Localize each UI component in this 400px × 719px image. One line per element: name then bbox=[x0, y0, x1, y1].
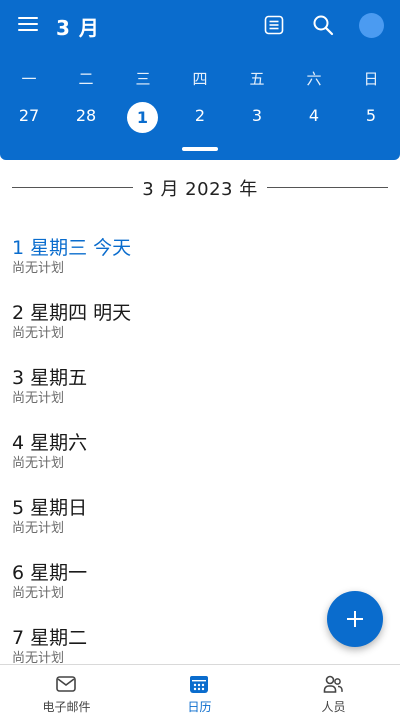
date-cell[interactable]: 2 bbox=[180, 106, 220, 125]
menu-icon[interactable] bbox=[18, 15, 38, 33]
day-subtitle: 尚无计划 bbox=[12, 456, 65, 471]
tab-label: 日历 bbox=[187, 700, 212, 714]
tab-label: 人员 bbox=[321, 700, 346, 714]
weekday-label: 日 bbox=[363, 70, 379, 88]
day-title: 6 星期一 bbox=[12, 562, 88, 584]
day-subtitle: 尚无计划 bbox=[12, 586, 65, 601]
divider-line bbox=[267, 187, 388, 188]
mail-icon bbox=[56, 676, 76, 692]
weekday-label: 六 bbox=[306, 70, 322, 88]
weekday-label: 三 bbox=[135, 70, 151, 88]
agenda-day-item[interactable]: 1 星期三 今天 尚无计划 bbox=[12, 233, 382, 283]
date-row: 27 28 1 2 3 4 5 bbox=[0, 102, 400, 133]
tab-calendar[interactable]: 日历 bbox=[133, 665, 266, 719]
weekday-label: 四 bbox=[192, 70, 208, 88]
day-subtitle: 尚无计划 bbox=[12, 521, 65, 536]
day-subtitle: 尚无计划 bbox=[12, 326, 65, 341]
month-label: 3 月 2023 年 bbox=[142, 179, 258, 200]
top-app-bar: 3 月 bbox=[0, 0, 400, 52]
agenda-day-item[interactable]: 3 星期五 尚无计划 bbox=[12, 363, 382, 413]
date-cell[interactable]: 4 bbox=[294, 106, 334, 125]
day-title: 1 星期三 今天 bbox=[12, 237, 132, 259]
day-title: 3 星期五 bbox=[12, 367, 88, 389]
day-title: 4 星期六 bbox=[12, 432, 88, 454]
agenda-view-icon[interactable] bbox=[264, 15, 284, 35]
avatar[interactable] bbox=[359, 13, 384, 38]
tab-mail[interactable]: 电子邮件 bbox=[0, 665, 133, 719]
date-cell[interactable]: 3 bbox=[237, 106, 277, 125]
people-icon bbox=[323, 675, 343, 693]
day-subtitle: 尚无计划 bbox=[12, 261, 65, 276]
search-icon[interactable] bbox=[312, 14, 334, 36]
weekday-label: 二 bbox=[78, 70, 94, 88]
date-cell[interactable]: 28 bbox=[66, 106, 106, 125]
day-title: 2 星期四 明天 bbox=[12, 302, 132, 324]
month-title[interactable]: 3 月 bbox=[56, 12, 100, 41]
tab-people[interactable]: 人员 bbox=[267, 665, 400, 719]
month-divider: 3 月 2023 年 bbox=[0, 174, 400, 200]
weekday-row: 一 二 三 四 五 六 日 bbox=[0, 66, 400, 90]
calendar-header: 3 月 一 二 三 四 五 六 日 27 28 1 2 3 4 5 bbox=[0, 0, 400, 160]
day-subtitle: 尚无计划 bbox=[12, 391, 65, 406]
expand-handle[interactable] bbox=[182, 147, 218, 151]
agenda-day-item[interactable]: 5 星期日 尚无计划 bbox=[12, 493, 382, 543]
new-event-button[interactable] bbox=[327, 591, 383, 647]
plus-icon bbox=[354, 611, 356, 627]
weekday-label: 五 bbox=[249, 70, 265, 88]
day-title: 7 星期二 bbox=[12, 627, 88, 649]
day-title: 5 星期日 bbox=[12, 497, 88, 519]
date-cell[interactable]: 27 bbox=[9, 106, 49, 125]
tab-label: 电子邮件 bbox=[42, 700, 91, 714]
agenda-day-item[interactable]: 6 星期一 尚无计划 bbox=[12, 558, 382, 608]
agenda-day-item[interactable]: 4 星期六 尚无计划 bbox=[12, 428, 382, 478]
bottom-navigation: 电子邮件 日历 人员 bbox=[0, 664, 400, 719]
date-cell[interactable]: 5 bbox=[351, 106, 391, 125]
agenda-day-item[interactable]: 2 星期四 明天 尚无计划 bbox=[12, 298, 382, 348]
calendar-icon bbox=[190, 676, 208, 693]
weekday-label: 一 bbox=[21, 70, 37, 88]
selected-date-cell[interactable]: 1 bbox=[127, 102, 158, 133]
